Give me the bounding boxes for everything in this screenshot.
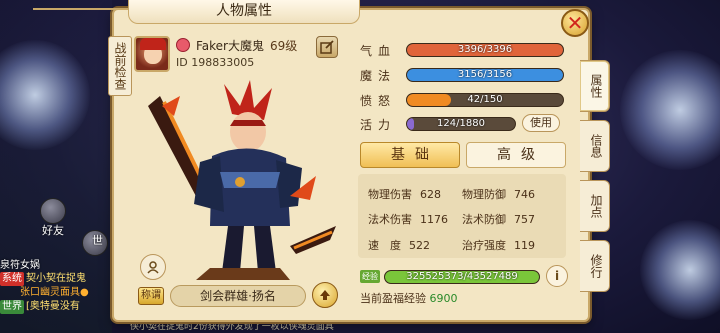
chat-panel[interactable]: 系统 契小契在捉鬼 张口幽灵面具● 世界 [奥特曼没有 bbox=[0, 272, 130, 314]
social-icon bbox=[147, 261, 159, 274]
stat-hp: 气血 3396/3396 bbox=[360, 42, 568, 58]
blessing-value: 6900 bbox=[429, 292, 458, 305]
scene-lamp bbox=[620, 50, 720, 170]
title-badge: 称谓 bbox=[138, 287, 164, 305]
edit-button[interactable] bbox=[316, 36, 338, 58]
stat-label: 魔法 bbox=[360, 69, 397, 83]
blessing-label: 当前盈福经验 bbox=[360, 292, 426, 305]
stat-value: 124/1880 bbox=[437, 118, 485, 129]
stat-label: 气血 bbox=[360, 44, 397, 58]
tab-cultivation[interactable]: 修行 bbox=[580, 240, 610, 292]
attr-magic-defense: 法术防御 757 bbox=[462, 211, 535, 227]
chat-line: 张口幽灵面具● bbox=[0, 286, 130, 300]
attr-value: 1176 bbox=[420, 213, 448, 226]
character-id: ID 198833005 bbox=[176, 56, 255, 69]
stat-value: 3396/3396 bbox=[457, 44, 513, 55]
attr-label: 物理伤害 bbox=[368, 188, 412, 201]
attr-speed: 速 度 522 bbox=[368, 237, 430, 253]
chat-tag: 世界 bbox=[0, 300, 24, 314]
stat-value: 42/150 bbox=[467, 94, 503, 105]
use-vitality-button[interactable]: 使用 bbox=[522, 114, 560, 132]
edit-icon bbox=[320, 40, 334, 54]
attr-physical-damage: 物理伤害 628 bbox=[368, 186, 441, 202]
chat-text: [奥特曼没有 bbox=[26, 301, 80, 312]
attr-value: 628 bbox=[420, 188, 441, 201]
close-icon: ✕ bbox=[566, 11, 584, 35]
pre-battle-check-tab[interactable]: 战前检查 bbox=[108, 36, 132, 96]
stat-label: 愤怒 bbox=[360, 94, 397, 108]
stat-bar: 124/1880 bbox=[406, 117, 516, 131]
panel-title: 人物属性 bbox=[33, 0, 455, 24]
stat-bar: 3156/3156 bbox=[406, 68, 564, 82]
world-label: 世 bbox=[92, 234, 103, 247]
tab-info[interactable]: 信息 bbox=[580, 120, 610, 172]
tab-attributes[interactable]: 属性 bbox=[580, 60, 610, 112]
attr-physical-defense: 物理防御 746 bbox=[462, 186, 535, 202]
character-name-line: Faker大魔鬼 69级 bbox=[196, 37, 297, 54]
stat-mp: 魔法 3156/3156 bbox=[360, 67, 568, 83]
stat-rage: 愤怒 42/150 bbox=[360, 92, 568, 108]
attr-magic-damage: 法术伤害 1176 bbox=[368, 211, 448, 227]
social-button[interactable] bbox=[140, 254, 166, 280]
avatar-hair bbox=[140, 38, 166, 50]
character-title[interactable]: 剑会群雄·扬名 bbox=[170, 285, 306, 307]
character-avatar[interactable] bbox=[134, 36, 170, 72]
attr-healing: 治疗强度 119 bbox=[462, 237, 535, 253]
close-button[interactable]: ✕ bbox=[561, 9, 589, 37]
system-broadcast: 侠小契在捉鬼时2份获得外发现了一枚以侠魂灵面具 bbox=[130, 322, 334, 332]
attr-label: 法术伤害 bbox=[368, 213, 412, 226]
tab-basic[interactable]: 基础 bbox=[360, 142, 460, 168]
attr-label: 速 度 bbox=[368, 239, 401, 252]
scene-lamp bbox=[640, 220, 720, 320]
experience-bar: 325525373/43527489 bbox=[384, 270, 540, 284]
chat-text: 契小契在捉鬼 bbox=[26, 273, 86, 284]
stat-bar: 3396/3396 bbox=[406, 43, 564, 57]
attr-value: 757 bbox=[514, 213, 535, 226]
gender-badge-icon bbox=[176, 38, 190, 52]
chat-line: 系统 契小契在捉鬼 bbox=[0, 272, 130, 286]
chat-text: 张口幽灵面具● bbox=[20, 287, 89, 298]
info-icon[interactable]: i bbox=[546, 265, 568, 287]
chat-tag: 系统 bbox=[0, 272, 24, 286]
attr-value: 119 bbox=[514, 239, 535, 252]
experience-tag: 经验 bbox=[360, 270, 380, 283]
experience-value: 325525373/43527489 bbox=[406, 271, 518, 282]
attr-value: 522 bbox=[409, 239, 430, 252]
stat-bar: 42/150 bbox=[406, 93, 564, 107]
character-level: 69级 bbox=[270, 39, 298, 53]
tab-add-points[interactable]: 加点 bbox=[580, 180, 610, 232]
attr-value: 746 bbox=[514, 188, 535, 201]
arrow-up-icon bbox=[320, 290, 330, 300]
stat-label: 活力 bbox=[360, 118, 397, 132]
stat-value: 3156/3156 bbox=[457, 69, 513, 80]
character-figure bbox=[148, 80, 336, 280]
title-upgrade-button[interactable] bbox=[312, 282, 338, 308]
blessing-experience: 当前盈福经验 6900 bbox=[360, 290, 458, 306]
friends-label: 好友 bbox=[42, 224, 64, 237]
attr-label: 法术防御 bbox=[462, 213, 506, 226]
tab-advanced[interactable]: 高级 bbox=[466, 142, 566, 168]
chat-line: 世界 [奥特曼没有 bbox=[0, 300, 130, 314]
npc-label: 泉符女娲 bbox=[0, 260, 40, 271]
friends-icon[interactable] bbox=[40, 198, 66, 224]
attr-label: 治疗强度 bbox=[462, 239, 506, 252]
attr-label: 物理防御 bbox=[462, 188, 506, 201]
character-name: Faker大魔鬼 bbox=[196, 39, 264, 53]
